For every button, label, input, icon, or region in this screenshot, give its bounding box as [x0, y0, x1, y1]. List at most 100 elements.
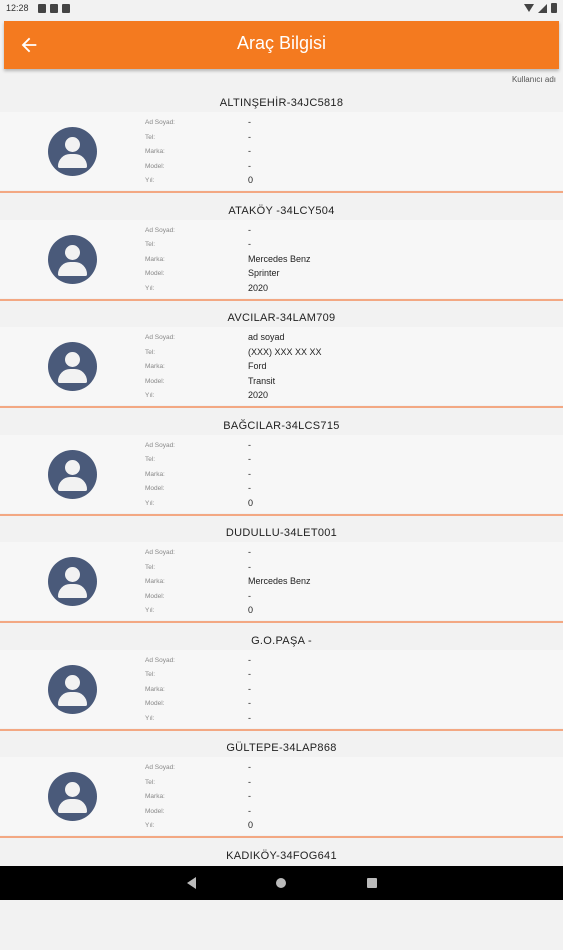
phone-label: Tel:	[145, 779, 155, 786]
vehicle-card[interactable]: ATAKÖY -34LCY504 Ad Soyad: - Tel: - Mark…	[0, 198, 563, 306]
vehicle-title: BAĞCILAR-34LCS715	[0, 420, 563, 432]
name-label: Ad Soyad:	[145, 657, 175, 664]
brand-row: Marka: -	[0, 683, 563, 697]
wifi-icon	[524, 4, 534, 12]
year-row: Yıl: 0	[0, 819, 563, 833]
name-value: -	[248, 655, 251, 665]
phone-label: Tel:	[145, 671, 155, 678]
vehicle-title: ATAKÖY -34LCY504	[0, 205, 563, 217]
vehicle-card[interactable]: BAĞCILAR-34LCS715 Ad Soyad: - Tel: - Mar…	[0, 413, 563, 521]
phone-label: Tel:	[145, 349, 155, 356]
brand-row: Marka: -	[0, 790, 563, 804]
vehicle-card[interactable]: G.O.PAŞA - Ad Soyad: - Tel: - Marka: -	[0, 628, 563, 736]
notification-icon	[38, 4, 46, 13]
brand-row: Marka: Ford	[0, 360, 563, 374]
model-value: -	[248, 161, 251, 171]
brand-label: Marka:	[145, 148, 165, 155]
brand-row: Marka: -	[0, 468, 563, 482]
year-row: Yıl: 0	[0, 174, 563, 188]
phone-row: Tel: -	[0, 776, 563, 790]
nav-back-icon[interactable]	[187, 877, 196, 889]
name-label: Ad Soyad:	[145, 227, 175, 234]
model-label: Model:	[145, 808, 165, 815]
year-label: Yıl:	[145, 285, 154, 292]
year-row: Yıl: 0	[0, 604, 563, 618]
name-row: Ad Soyad: -	[0, 116, 563, 130]
year-row: Yıl: 2020	[0, 282, 563, 296]
app-bar: Araç Bilgisi	[4, 21, 559, 69]
nav-home-icon[interactable]	[276, 878, 286, 888]
brand-value: Mercedes Benz	[248, 576, 311, 586]
card-divider	[0, 191, 563, 193]
card-divider	[0, 406, 563, 408]
vehicle-card[interactable]: AVCILAR-34LAM709 Ad Soyad: ad soyad Tel:…	[0, 305, 563, 413]
name-row: Ad Soyad: -	[0, 224, 563, 238]
phone-value: -	[248, 239, 251, 249]
brand-row: Marka: Mercedes Benz	[0, 253, 563, 267]
vehicle-title: AVCILAR-34LAM709	[0, 312, 563, 324]
model-row: Model: Transit	[0, 375, 563, 389]
model-label: Model:	[145, 163, 165, 170]
name-label: Ad Soyad:	[145, 442, 175, 449]
brand-label: Marka:	[145, 793, 165, 800]
phone-value: -	[248, 454, 251, 464]
name-value: -	[248, 440, 251, 450]
name-row: Ad Soyad: -	[0, 761, 563, 775]
notification-icons	[38, 4, 70, 13]
status-time: 12:28	[6, 3, 29, 13]
phone-value: (XXX) XXX XX XX	[248, 347, 322, 357]
brand-value: -	[248, 469, 251, 479]
year-row: Yıl: 0	[0, 497, 563, 511]
vehicle-card[interactable]: GÜLTEPE-34LAP868 Ad Soyad: - Tel: - Mark…	[0, 735, 563, 843]
brand-value: -	[248, 684, 251, 694]
vehicle-details: Ad Soyad: - Tel: - Marka: - Model: - Yıl…	[0, 112, 563, 190]
vehicle-title: ALTINŞEHİR-34JC5818	[0, 97, 563, 109]
phone-row: Tel: -	[0, 561, 563, 575]
system-nav-bar	[0, 866, 563, 900]
notification-icon	[62, 4, 70, 13]
model-label: Model:	[145, 378, 165, 385]
model-label: Model:	[145, 485, 165, 492]
model-label: Model:	[145, 700, 165, 707]
model-value: -	[248, 591, 251, 601]
model-row: Model: -	[0, 160, 563, 174]
year-label: Yıl:	[145, 715, 154, 722]
phone-label: Tel:	[145, 564, 155, 571]
phone-value: -	[248, 669, 251, 679]
name-value: ad soyad	[248, 332, 285, 342]
model-value: Sprinter	[248, 268, 280, 278]
name-value: -	[248, 547, 251, 557]
brand-label: Marka:	[145, 363, 165, 370]
model-row: Model: Sprinter	[0, 267, 563, 281]
phone-row: Tel: (XXX) XXX XX XX	[0, 346, 563, 360]
model-row: Model: -	[0, 697, 563, 711]
year-value: -	[248, 713, 251, 723]
page-title: Araç Bilgisi	[4, 33, 559, 54]
year-label: Yıl:	[145, 822, 154, 829]
phone-row: Tel: -	[0, 668, 563, 682]
name-row: Ad Soyad: ad soyad	[0, 331, 563, 345]
vehicle-title: KADIKÖY-34FOG641	[0, 850, 563, 862]
vehicle-card[interactable]: ALTINŞEHİR-34JC5818 Ad Soyad: - Tel: - M…	[0, 90, 563, 198]
model-value: -	[248, 806, 251, 816]
brand-label: Marka:	[145, 471, 165, 478]
year-value: 2020	[248, 390, 268, 400]
vehicle-details: Ad Soyad: - Tel: - Marka: Mercedes Benz …	[0, 220, 563, 298]
name-value: -	[248, 117, 251, 127]
year-label: Yıl:	[145, 607, 154, 614]
phone-row: Tel: -	[0, 131, 563, 145]
brand-value: -	[248, 146, 251, 156]
phone-value: -	[248, 132, 251, 142]
model-value: -	[248, 698, 251, 708]
brand-label: Marka:	[145, 256, 165, 263]
name-value: -	[248, 225, 251, 235]
brand-value: Ford	[248, 361, 267, 371]
year-value: 0	[248, 498, 253, 508]
brand-row: Marka: -	[0, 145, 563, 159]
year-row: Yıl: -	[0, 712, 563, 726]
vehicle-card[interactable]: DUDULLU-34LET001 Ad Soyad: - Tel: - Mark…	[0, 520, 563, 628]
model-value: -	[248, 483, 251, 493]
brand-value: -	[248, 791, 251, 801]
nav-recents-icon[interactable]	[367, 878, 377, 888]
year-label: Yıl:	[145, 500, 154, 507]
